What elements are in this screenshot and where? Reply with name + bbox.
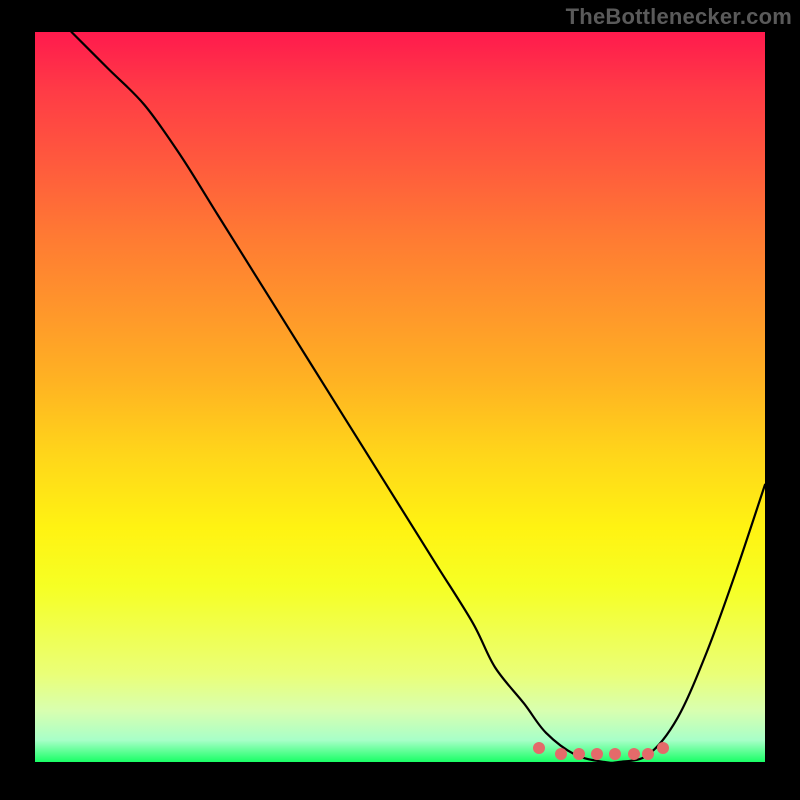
marker-dot [642,748,654,760]
marker-dot [591,748,603,760]
marker-dot [628,748,640,760]
optimal-range-markers [35,738,765,762]
chart-frame: TheBottlenecker.com [0,0,800,800]
marker-dot [573,748,585,760]
bottleneck-curve [35,32,765,762]
plot-area [35,32,765,762]
marker-dot [609,748,621,760]
marker-dot [555,748,567,760]
watermark-text: TheBottlenecker.com [566,4,792,30]
marker-dot [657,742,669,754]
marker-dot [533,742,545,754]
